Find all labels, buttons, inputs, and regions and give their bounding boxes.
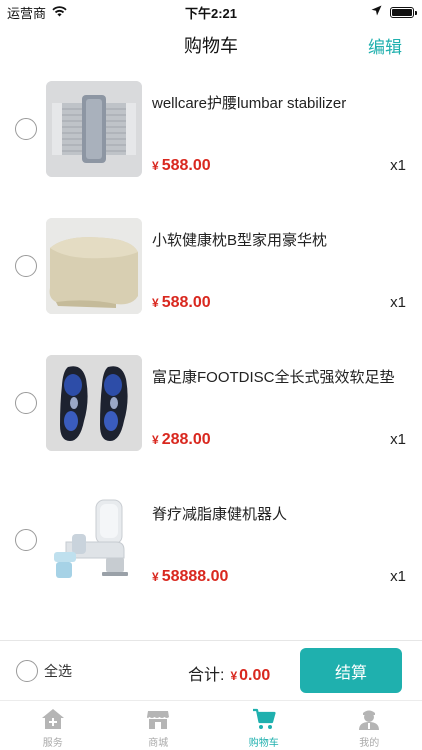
product-name[interactable]: 小软健康枕B型家用豪华枕	[152, 231, 402, 250]
price-value: 588.00	[161, 294, 211, 311]
tab-label: 商城	[148, 738, 169, 749]
currency-symbol: ¥	[152, 159, 159, 173]
location-arrow-icon	[371, 3, 382, 21]
status-time: 下午2:21	[184, 6, 238, 21]
price-value: 588.00	[161, 157, 211, 174]
total-label: 合计:	[188, 667, 225, 684]
product-price: ¥58888.00	[152, 568, 228, 586]
cart-item: 富足康FOOTDISC全长式强效软足垫 ¥288.00 x1	[0, 340, 422, 477]
product-quantity: x1	[390, 431, 406, 448]
tab-service[interactable]: 服务	[0, 701, 106, 750]
total-summary: 合计: ¥0.00	[188, 661, 270, 685]
product-image-pillow[interactable]	[46, 218, 142, 314]
edit-button[interactable]: 编辑	[368, 33, 402, 58]
product-image-lumbar-belt[interactable]	[46, 81, 142, 177]
status-right	[371, 3, 417, 21]
product-name[interactable]: 富足康FOOTDISC全长式强效软足垫	[152, 368, 402, 387]
product-name[interactable]: 脊疗减脂康健机器人	[152, 505, 402, 524]
cart-item: wellcare护腰lumbar stabilizer ¥588.00 x1	[0, 66, 422, 203]
currency-symbol: ¥	[152, 570, 159, 584]
tab-label: 服务	[42, 738, 63, 749]
currency-symbol: ¥	[152, 296, 159, 310]
price-value: 288.00	[161, 431, 211, 448]
user-icon	[357, 707, 381, 731]
currency-symbol: ¥	[152, 433, 159, 447]
product-quantity: x1	[390, 157, 406, 174]
product-image-insoles[interactable]	[46, 355, 142, 451]
house-plus-icon	[41, 707, 65, 731]
checkout-button[interactable]: 结算	[300, 648, 402, 693]
product-price: ¥588.00	[152, 157, 211, 175]
select-all-label: 全选	[44, 663, 72, 679]
total-amount: ¥0.00	[230, 667, 270, 685]
cart-item: 小软健康枕B型家用豪华枕 ¥588.00 x1	[0, 203, 422, 340]
select-all-toggle[interactable]: 全选	[16, 660, 72, 682]
item-select-radio[interactable]	[15, 392, 37, 414]
select-all-radio[interactable]	[16, 660, 38, 682]
tab-mine[interactable]: 我的	[317, 701, 422, 750]
tab-cart[interactable]: 购物车	[211, 701, 317, 750]
product-price: ¥288.00	[152, 431, 211, 449]
cart-item: 脊疗减脂康健机器人 ¥58888.00 x1	[0, 477, 422, 614]
product-price: ¥588.00	[152, 294, 211, 312]
item-select-radio[interactable]	[15, 255, 37, 277]
battery-icon	[390, 6, 417, 18]
page-title: 购物车	[184, 36, 238, 56]
product-quantity: x1	[390, 568, 406, 585]
checkout-bar: 全选 合计: ¥0.00 结算	[0, 640, 422, 700]
tab-label: 我的	[359, 738, 380, 749]
cart-icon	[252, 707, 276, 731]
tab-bar: 服务 商城 购物车 我的	[0, 700, 422, 750]
total-currency: ¥	[230, 669, 238, 683]
tab-mall[interactable]: 商城	[106, 701, 212, 750]
store-icon	[146, 707, 170, 731]
tab-label: 购物车	[248, 738, 279, 749]
nav-bar: 购物车 编辑	[0, 22, 422, 66]
price-value: 58888.00	[161, 568, 229, 585]
product-name[interactable]: wellcare护腰lumbar stabilizer	[152, 94, 402, 113]
item-select-radio[interactable]	[15, 118, 37, 140]
product-quantity: x1	[390, 294, 406, 311]
product-image-massage-chair[interactable]	[46, 492, 142, 588]
item-select-radio[interactable]	[15, 529, 37, 551]
total-value: 0.00	[239, 667, 271, 684]
status-bar: 运营商 下午2:21	[0, 0, 422, 22]
